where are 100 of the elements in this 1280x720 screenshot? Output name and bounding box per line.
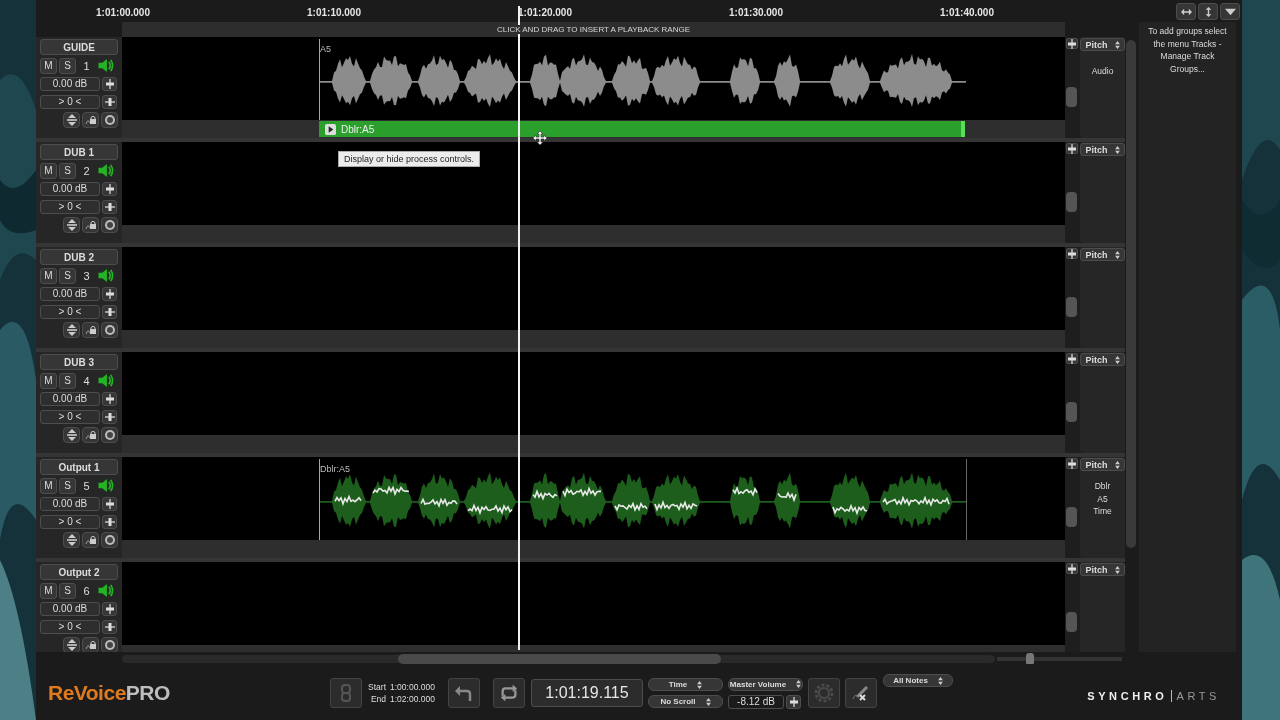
- record-button[interactable]: [101, 637, 118, 652]
- speaker-icon[interactable]: [97, 373, 115, 388]
- height-button[interactable]: [63, 427, 80, 443]
- solo-button[interactable]: S: [59, 267, 76, 284]
- pan-fader-button[interactable]: [102, 409, 117, 424]
- speaker-icon[interactable]: [97, 163, 115, 178]
- slider-thumb[interactable]: [1066, 87, 1077, 107]
- loop-button[interactable]: [493, 678, 525, 708]
- height-button[interactable]: [63, 322, 80, 338]
- process-dropdown[interactable]: Pitch: [1080, 353, 1125, 366]
- pan-fader-button[interactable]: [102, 619, 117, 634]
- lock-button[interactable]: [82, 637, 99, 652]
- slider-thumb[interactable]: [1066, 192, 1077, 212]
- process-dropdown[interactable]: Pitch: [1080, 563, 1125, 576]
- process-dropdown[interactable]: Pitch: [1080, 38, 1125, 51]
- process-dropdown[interactable]: Pitch: [1080, 458, 1125, 471]
- track-lane[interactable]: [122, 142, 1065, 225]
- lock-button[interactable]: [82, 112, 99, 128]
- scroll-mode-dropdown[interactable]: No Scroll: [648, 695, 723, 708]
- record-button[interactable]: [101, 217, 118, 233]
- scrollbar-thumb[interactable]: [398, 654, 721, 664]
- track-lane[interactable]: [122, 562, 1065, 645]
- track-name-button[interactable]: DUB 2: [40, 249, 118, 265]
- play-icon[interactable]: [325, 123, 336, 135]
- gain-field[interactable]: 0.00 dB: [40, 391, 100, 406]
- gain-field[interactable]: 0.00 dB: [40, 76, 100, 91]
- undo-button[interactable]: [448, 678, 480, 708]
- pan-field[interactable]: > 0 <: [40, 94, 100, 109]
- record-button[interactable]: [101, 112, 118, 128]
- height-button[interactable]: [63, 637, 80, 652]
- audio-clip[interactable]: Dblr:A5: [319, 459, 967, 540]
- mute-button[interactable]: M: [40, 477, 57, 494]
- gain-field[interactable]: 0.00 dB: [40, 601, 100, 616]
- track-lane[interactable]: Dblr:A5: [122, 457, 1065, 540]
- fader-button[interactable]: [102, 601, 117, 616]
- fader-button[interactable]: [1065, 38, 1078, 49]
- solo-button[interactable]: S: [59, 162, 76, 179]
- fader-button[interactable]: [102, 286, 117, 301]
- fader-button[interactable]: [1065, 353, 1078, 364]
- track-name-button[interactable]: Output 2: [40, 564, 118, 580]
- pan-fader-button[interactable]: [102, 514, 117, 529]
- slider-thumb[interactable]: [1066, 297, 1077, 317]
- pan-field[interactable]: > 0 <: [40, 304, 100, 319]
- tool-button[interactable]: [845, 678, 877, 708]
- mute-button[interactable]: M: [40, 57, 57, 74]
- master-volume-field[interactable]: -8.12 dB: [728, 694, 784, 709]
- notes-dropdown[interactable]: All Notes: [883, 674, 953, 687]
- solo-button[interactable]: S: [59, 57, 76, 74]
- fader-button[interactable]: [102, 181, 117, 196]
- master-volume-dropdown[interactable]: Master Volume: [728, 677, 803, 691]
- record-button[interactable]: [101, 532, 118, 548]
- track-lane[interactable]: [122, 247, 1065, 330]
- fader-button[interactable]: [1065, 248, 1078, 259]
- audio-clip[interactable]: A5: [319, 39, 966, 120]
- lock-button[interactable]: [82, 322, 99, 338]
- speaker-icon[interactable]: [97, 583, 115, 598]
- process-dropdown[interactable]: Pitch: [1080, 248, 1125, 261]
- gain-field[interactable]: 0.00 dB: [40, 181, 100, 196]
- mute-button[interactable]: M: [40, 162, 57, 179]
- record-button[interactable]: [101, 427, 118, 443]
- slider-thumb[interactable]: [1066, 402, 1077, 422]
- speaker-icon[interactable]: [97, 478, 115, 493]
- pan-fader-button[interactable]: [102, 199, 117, 214]
- lock-button[interactable]: [82, 427, 99, 443]
- track-lane[interactable]: [122, 352, 1065, 435]
- slider-thumb[interactable]: [1066, 612, 1077, 632]
- playback-range-bar[interactable]: CLICK AND DRAG TO INSERT A PLAYBACK RANGE: [122, 22, 1065, 37]
- mute-button[interactable]: M: [40, 267, 57, 284]
- lock-button[interactable]: [82, 532, 99, 548]
- fader-button[interactable]: [1065, 458, 1078, 469]
- pan-field[interactable]: > 0 <: [40, 514, 100, 529]
- mute-button[interactable]: M: [40, 372, 57, 389]
- fit-height-button[interactable]: [1198, 3, 1218, 20]
- scrollbar-thumb[interactable]: [1126, 40, 1136, 548]
- solo-button[interactable]: S: [59, 477, 76, 494]
- pan-field[interactable]: > 0 <: [40, 199, 100, 214]
- track-name-button[interactable]: Output 1: [40, 459, 118, 475]
- process-dropdown[interactable]: Pitch: [1080, 143, 1125, 156]
- track-lane[interactable]: A5: [122, 37, 1065, 120]
- display-mode-dropdown[interactable]: Time: [648, 678, 723, 691]
- fader-button[interactable]: [102, 391, 117, 406]
- speaker-icon[interactable]: [97, 58, 115, 73]
- track-name-button[interactable]: GUIDE: [40, 39, 118, 55]
- solo-button[interactable]: S: [59, 582, 76, 599]
- mute-button[interactable]: M: [40, 582, 57, 599]
- fader-button[interactable]: [786, 694, 801, 709]
- gain-field[interactable]: 0.00 dB: [40, 286, 100, 301]
- gain-field[interactable]: 0.00 dB: [40, 496, 100, 511]
- height-button[interactable]: [63, 112, 80, 128]
- solo-button[interactable]: S: [59, 372, 76, 389]
- fit-width-button[interactable]: [1176, 3, 1196, 20]
- track-name-button[interactable]: DUB 3: [40, 354, 118, 370]
- height-button[interactable]: [63, 217, 80, 233]
- pan-fader-button[interactable]: [102, 304, 117, 319]
- record-button[interactable]: [101, 322, 118, 338]
- pan-field[interactable]: > 0 <: [40, 409, 100, 424]
- fader-button[interactable]: [102, 76, 117, 91]
- pan-fader-button[interactable]: [102, 94, 117, 109]
- lock-button[interactable]: [82, 217, 99, 233]
- fader-button[interactable]: [1065, 563, 1078, 574]
